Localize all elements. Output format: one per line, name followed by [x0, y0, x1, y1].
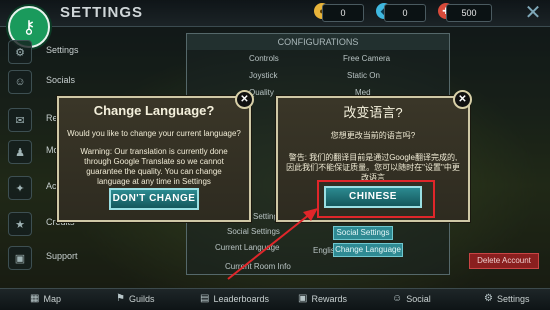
- more-icon: ♟: [8, 140, 32, 164]
- config-label: Controls: [249, 54, 279, 63]
- bottom-nav-map[interactable]: ▦ Map: [30, 293, 61, 304]
- bottom-nav-social[interactable]: ☺ Social: [392, 293, 431, 304]
- social-icon: ☺: [392, 293, 403, 304]
- leaderboards-icon: ▤: [200, 293, 210, 304]
- nav-item-socials[interactable]: ☺ Socials: [0, 70, 120, 94]
- referrals-icon: ✉: [8, 108, 32, 132]
- socials-icon: ☺: [8, 70, 32, 94]
- bottom-nav-rewards[interactable]: ▣ Rewards: [298, 293, 347, 304]
- nav-label: Settings: [46, 45, 79, 55]
- map-icon: ▦: [30, 293, 40, 304]
- credits-icon: ★: [8, 212, 32, 236]
- configurations-heading: CONFIGURATIONS: [187, 34, 449, 50]
- nav-label: Socials: [46, 75, 76, 85]
- guilds-icon: ⚑: [116, 293, 125, 304]
- change-language-button[interactable]: Change Language: [333, 243, 403, 257]
- current-language-label: Current Language: [215, 243, 280, 252]
- nav-label: Social: [406, 293, 431, 304]
- social-settings-label: Social Settings: [227, 227, 280, 236]
- nav-label: Settings: [496, 293, 530, 304]
- rewards-icon: ▣: [298, 293, 308, 304]
- bottom-nav: ▦ Map ⚑ Guilds ▤ Leaderboards ▣ Rewards ☺ Soc…: [0, 288, 550, 310]
- close-dialog-en-button[interactable]: ✕: [235, 90, 254, 109]
- nav-label: Rewards: [311, 293, 347, 304]
- current-room-info-label: Current Room Info: [225, 262, 291, 271]
- delete-account-button[interactable]: Delete Account: [469, 253, 539, 269]
- nav-label: Support: [46, 251, 78, 261]
- highlight-box: [317, 180, 435, 218]
- dialog-question: Would you like to change your current la…: [67, 129, 241, 138]
- close-icon: ✕: [458, 94, 467, 105]
- dont-change-button[interactable]: DON'T CHANGE: [109, 188, 199, 210]
- food-counter: 500: [446, 4, 492, 22]
- account-icon: ✦: [8, 176, 32, 200]
- bottom-nav-settings[interactable]: ⚙ Settings: [484, 293, 530, 304]
- nav-label: Guilds: [128, 293, 155, 304]
- dialog-warning: Warning: Our translation is currently do…: [80, 147, 228, 186]
- top-bar: SETTINGS ● 0 ◆ 0 ✚ 500 ✕: [0, 0, 550, 27]
- nav-item-support[interactable]: ▣ Support: [0, 246, 120, 270]
- social-settings-button[interactable]: Social Settings: [333, 226, 393, 240]
- nav-label: Map: [43, 293, 61, 304]
- support-icon: ▣: [8, 246, 32, 270]
- close-icon: ✕: [240, 94, 249, 105]
- config-value[interactable]: Free Camera: [343, 54, 390, 63]
- coin-counter: 0: [322, 4, 364, 22]
- config-value[interactable]: Static On: [347, 71, 380, 80]
- bottom-nav-guilds[interactable]: ⚑ Guilds: [116, 293, 154, 304]
- settings-gear-icon: ⚙: [484, 293, 493, 304]
- close-icon[interactable]: ✕: [522, 2, 544, 24]
- change-language-dialog-en: Change Language? Would you like to chang…: [57, 96, 251, 222]
- page-title: SETTINGS: [60, 4, 144, 21]
- config-label: Joystick: [249, 71, 278, 80]
- dialog-question: 您想更改当前的语言吗?: [330, 131, 416, 140]
- dialog-title: Change Language?: [93, 103, 215, 118]
- gem-counter: 0: [384, 4, 426, 22]
- dialog-title: 改变语言?: [343, 105, 403, 120]
- bottom-nav-leaderboards[interactable]: ▤ Leaderboards: [200, 293, 269, 304]
- close-dialog-cn-button[interactable]: ✕: [453, 90, 472, 109]
- nav-item-settings[interactable]: ⚙ Settings: [0, 40, 120, 64]
- settings-icon: ⚙: [8, 40, 32, 64]
- nav-label: Leaderboards: [213, 293, 269, 304]
- dialog-warning: 警告: 我们的翻译目前是通过Google翻译完成的, 因此我们不能保证质量。您可…: [286, 153, 460, 182]
